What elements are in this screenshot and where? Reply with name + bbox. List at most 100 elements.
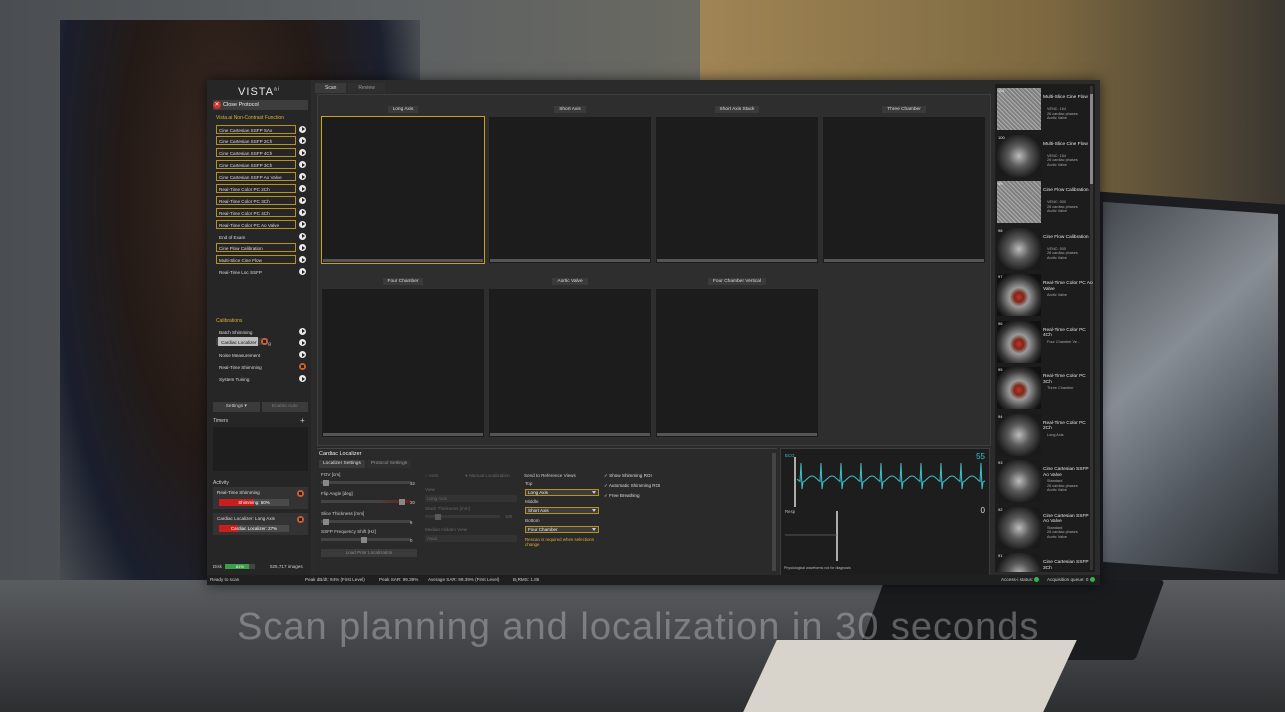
settings-button[interactable]: Settings ▾ — [213, 402, 260, 412]
series-thumbnail[interactable]: 97 Real-Time Color PC Ao Valve Aortic Va… — [995, 272, 1095, 318]
viewport-short-axis[interactable]: Short Axis — [489, 106, 651, 263]
play-icon[interactable] — [299, 149, 306, 157]
status-ready: Ready to scan — [210, 577, 240, 582]
series-name: Real-Time Color PC Ao Valve — [1043, 281, 1093, 292]
localizer-title: Cardiac Localizer — [319, 451, 362, 457]
series-thumbnail[interactable]: 100 Multi-Slice Cine Flow VENC: 164 26 ca… — [995, 133, 1095, 179]
play-icon[interactable] — [299, 327, 306, 335]
ssfp-shift-slider[interactable] — [321, 536, 411, 543]
series-thumbnail[interactable]: 94 Real-Time Color PC 2Ch Long Axis — [995, 412, 1095, 458]
top-view-select[interactable]: Long Axis — [525, 489, 599, 496]
auto-radio[interactable]: ○ Auto — [425, 473, 438, 478]
protocol-item[interactable]: Cine Cartesian SSFP 2Ch — [216, 136, 306, 146]
show-shimming-roi-checkbox[interactable]: ✓ Show Shimming ROI — [604, 473, 652, 479]
play-icon[interactable] — [299, 125, 306, 133]
protocol-item[interactable]: Cine Cartesian SSFP Ao Valve — [216, 172, 306, 182]
series-details: VENC: 164 26 cardiac phases Aortic Valve — [1047, 153, 1078, 167]
calibration-item[interactable]: System Tuning — [216, 374, 306, 384]
access-status-icon — [1034, 577, 1040, 583]
play-icon[interactable] — [299, 137, 306, 145]
play-icon[interactable] — [299, 268, 306, 276]
send-reference-label: Send to Reference Views — [524, 473, 576, 478]
protocol-item[interactable]: Real-Time Loc SSFP — [216, 267, 306, 277]
bottom-view-select[interactable]: Four Chamber — [525, 526, 599, 533]
tab-protocol-settings[interactable]: Protocol Settings — [366, 460, 412, 468]
manual-localization-radio[interactable]: ● Manual Localization — [465, 473, 510, 478]
series-thumbnail[interactable]: 91 Cine Cartesian SSFP 3Ch Standard — [995, 551, 1095, 572]
protocol-item-label: Cine Cartesian SSFP 3Ch — [216, 160, 296, 170]
protocol-item[interactable]: Real-Time Color PC 2Ch — [216, 183, 306, 193]
series-image — [997, 553, 1041, 572]
series-thumbnail[interactable]: 95 Real-Time Color PC 3Ch Three Chamber — [995, 365, 1095, 411]
protocol-item-label: Real-Time Color PC 2Ch — [216, 183, 296, 193]
viewport-three-chamber[interactable]: Three Chamber — [823, 106, 985, 263]
play-icon[interactable] — [299, 256, 306, 264]
series-thumbnail[interactable]: 101 Multi-Slice Cine Flow VENC: 164 26 ca… — [995, 86, 1095, 132]
median-hidden-view-select[interactable]: Axial — [425, 535, 517, 542]
slice-thickness-slider[interactable] — [321, 518, 411, 525]
protocol-item[interactable]: Cine Cartesian SSFP 4Ch — [216, 148, 306, 158]
flip-angle-value: 30 — [410, 500, 415, 505]
calibration-item[interactable]: Cardiac Localizer — [216, 336, 268, 346]
play-icon[interactable] — [299, 232, 306, 240]
resp-label: Resp — [785, 509, 796, 514]
enable-auto-button[interactable]: Enable Auto — [261, 402, 308, 412]
protocol-item[interactable]: Cine Flow Calibration — [216, 243, 306, 253]
localizer-scrollbar[interactable] — [772, 453, 776, 571]
tab-scan[interactable]: Scan — [315, 83, 347, 93]
protocol-item[interactable]: Cine Cartesian SSFP SAx — [216, 124, 306, 134]
calibration-item[interactable]: Noise Measurement — [216, 350, 306, 360]
viewport-aortic-valve[interactable]: Aortic Valve — [489, 278, 651, 437]
stop-icon[interactable] — [297, 516, 304, 523]
play-icon[interactable] — [299, 351, 306, 359]
viewport-short-axis-stack[interactable]: Short Axis Stack — [656, 106, 818, 263]
series-thumbnail[interactable]: 93 Cine Cartesian SSFP Ao Valve Standard… — [995, 458, 1095, 504]
play-icon[interactable] — [299, 196, 306, 204]
series-thumbnail[interactable]: 99 Cine Flow Calibration VENC: 500 26 car… — [995, 179, 1095, 225]
automatic-shimming-roi-checkbox[interactable]: ✓ Automatic Shimming ROI — [604, 483, 660, 489]
stack-thickness-slider[interactable] — [425, 513, 500, 520]
protocol-item[interactable]: Cine Cartesian SSFP 3Ch — [216, 160, 306, 170]
play-icon[interactable] — [299, 208, 306, 216]
series-number: 93 — [998, 460, 1003, 465]
stop-icon[interactable] — [299, 363, 306, 371]
view-select[interactable]: Long Axis — [425, 495, 517, 502]
protocol-item[interactable]: Real-Time Color PC 3Ch — [216, 195, 306, 205]
add-timer-button[interactable]: + — [300, 416, 305, 425]
play-icon[interactable] — [299, 375, 306, 383]
series-thumbnail[interactable]: 96 Real-Time Color PC 4Ch Four Chamber V… — [995, 319, 1095, 365]
series-thumbnail[interactable]: 92 Cine Cartesian SSFP Ao Valve Standard… — [995, 505, 1095, 551]
protocol-item[interactable]: Real-Time Color PC 4Ch — [216, 207, 306, 217]
close-protocol-button[interactable]: ✕ Close Protocol — [213, 100, 308, 110]
viewport-long-axis[interactable]: Long Axis — [321, 106, 485, 264]
free-breathing-checkbox[interactable]: ✓ Free Breathing — [604, 493, 640, 499]
activity-title: Real-Time Shimming — [217, 490, 260, 495]
protocol-item[interactable]: Real-Time Color PC Ao Valve — [216, 219, 306, 229]
flip-angle-slider[interactable] — [321, 498, 411, 505]
stop-icon[interactable] — [260, 337, 268, 345]
series-thumbnail[interactable]: 98 Cine Flow Calibration VENC: 500 26 car… — [995, 226, 1095, 272]
protocol-item-label: Cine Cartesian SSFP SAx — [216, 124, 296, 134]
protocol-item-label: Cine Flow Calibration — [216, 243, 296, 253]
background-monitor — [1095, 191, 1285, 605]
play-icon[interactable] — [299, 184, 306, 192]
protocol-item[interactable]: End of Exam — [216, 231, 306, 241]
stop-icon[interactable] — [297, 490, 304, 497]
fov-slider[interactable] — [321, 479, 411, 486]
calibration-item[interactable]: Real-Time Shimming — [216, 362, 306, 372]
play-icon[interactable] — [299, 173, 306, 181]
load-prior-localization-button[interactable]: Load Prior Localization — [321, 549, 417, 557]
viewport-four-chamber-vertical[interactable]: Four Chamber Vertical — [656, 278, 818, 437]
play-icon[interactable] — [299, 339, 306, 347]
tab-review[interactable]: Review — [348, 83, 385, 93]
play-icon[interactable] — [299, 244, 306, 252]
middle-view-select[interactable]: Short Axis — [525, 507, 599, 514]
viewport-four-chamber[interactable]: Four Chamber — [322, 278, 484, 437]
play-icon[interactable] — [299, 161, 306, 169]
series-image — [997, 367, 1041, 409]
calibration-item[interactable]: Batch Shimming — [216, 326, 306, 336]
tab-localizer-settings[interactable]: Localizer Settings — [319, 460, 365, 468]
protocol-list: Cine Cartesian SSFP SAx Cine Cartesian SS… — [216, 124, 306, 279]
protocol-item[interactable]: Multi-Slice Cine Flow — [216, 255, 306, 265]
play-icon[interactable] — [299, 220, 306, 228]
